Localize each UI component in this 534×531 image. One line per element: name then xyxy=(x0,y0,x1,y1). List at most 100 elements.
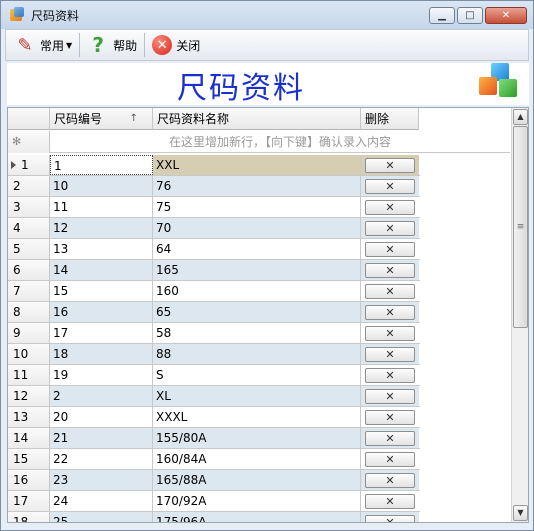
close-window-button[interactable]: ✕ xyxy=(485,7,527,24)
cell-size-code[interactable]: 2 xyxy=(50,386,153,406)
delete-row-button[interactable]: ✕ xyxy=(365,199,415,215)
cell-size-code[interactable]: 18 xyxy=(50,344,153,364)
table-row[interactable]: 7 15 160 ✕ xyxy=(8,281,420,302)
cell-size-name[interactable]: 155/80A xyxy=(153,428,361,448)
cell-size-code[interactable]: 10 xyxy=(50,176,153,196)
delete-row-button[interactable]: ✕ xyxy=(365,241,415,257)
cell-size-name[interactable]: 170/92A xyxy=(153,491,361,511)
row-header[interactable]: 8 xyxy=(8,302,50,322)
table-row[interactable]: 17 24 170/92A ✕ xyxy=(8,491,420,512)
scroll-up-button[interactable]: ▲ xyxy=(513,109,528,125)
cell-size-name[interactable]: 64 xyxy=(153,239,361,259)
table-row[interactable]: 18 25 175/96A ✕ xyxy=(8,512,420,522)
table-row[interactable]: 3 11 75 ✕ xyxy=(8,197,420,218)
cell-size-name[interactable]: 70 xyxy=(153,218,361,238)
cell-size-name[interactable]: 76 xyxy=(153,176,361,196)
table-row[interactable]: 10 18 88 ✕ xyxy=(8,344,420,365)
table-row[interactable]: 6 14 165 ✕ xyxy=(8,260,420,281)
table-row[interactable]: 9 17 58 ✕ xyxy=(8,323,420,344)
cell-size-name[interactable]: 160/84A xyxy=(153,449,361,469)
cell-size-name[interactable]: XXL xyxy=(153,155,361,175)
table-row[interactable]: 16 23 165/88A ✕ xyxy=(8,470,420,491)
table-row[interactable]: 2 10 76 ✕ xyxy=(8,176,420,197)
delete-row-button[interactable]: ✕ xyxy=(365,220,415,236)
row-header[interactable]: 1 xyxy=(8,155,50,175)
cell-size-code[interactable]: 12 xyxy=(50,218,153,238)
row-header[interactable]: 12 xyxy=(8,386,50,406)
title-bar[interactable]: 尺码资料 ▁ □ ✕ xyxy=(1,1,533,29)
cell-size-name[interactable]: XL xyxy=(153,386,361,406)
row-header[interactable]: 2 xyxy=(8,176,50,196)
column-header-name[interactable]: 尺码资料名称 xyxy=(153,108,361,130)
cell-size-code[interactable]: 22 xyxy=(50,449,153,469)
cell-size-code[interactable]: 15 xyxy=(50,281,153,301)
minimize-button[interactable]: ▁ xyxy=(429,7,455,24)
row-header[interactable]: 6 xyxy=(8,260,50,280)
table-row[interactable]: 14 21 155/80A ✕ xyxy=(8,428,420,449)
cell-size-code[interactable]: 21 xyxy=(50,428,153,448)
delete-row-button[interactable]: ✕ xyxy=(365,262,415,278)
delete-row-button[interactable]: ✕ xyxy=(365,388,415,404)
cell-size-code[interactable]: 20 xyxy=(50,407,153,427)
new-row[interactable]: ✻ 在这里增加新行，【向下键】确认录入内容 xyxy=(8,131,510,153)
table-row[interactable]: 11 19 S ✕ xyxy=(8,365,420,386)
cell-size-name[interactable]: 165/88A xyxy=(153,470,361,490)
delete-row-button[interactable]: ✕ xyxy=(365,178,415,194)
delete-row-button[interactable]: ✕ xyxy=(365,493,415,509)
cell-size-name[interactable]: 160 xyxy=(153,281,361,301)
delete-row-button[interactable]: ✕ xyxy=(365,430,415,446)
cell-size-code[interactable]: 13 xyxy=(50,239,153,259)
scroll-down-button[interactable]: ▼ xyxy=(513,505,528,521)
table-row[interactable]: 1 1 XXL ✕ xyxy=(8,155,420,176)
vertical-scrollbar[interactable]: ▲ ≡ ▼ xyxy=(511,108,528,522)
cell-size-code[interactable]: 16 xyxy=(50,302,153,322)
row-header[interactable]: 14 xyxy=(8,428,50,448)
table-row[interactable]: 5 13 64 ✕ xyxy=(8,239,420,260)
row-header[interactable]: 3 xyxy=(8,197,50,217)
cell-size-code[interactable]: 1 xyxy=(50,155,153,175)
cell-size-name[interactable]: 65 xyxy=(153,302,361,322)
cell-size-code[interactable]: 25 xyxy=(50,512,153,522)
cell-size-code[interactable]: 11 xyxy=(50,197,153,217)
cell-size-code[interactable]: 23 xyxy=(50,470,153,490)
table-row[interactable]: 8 16 65 ✕ xyxy=(8,302,420,323)
row-header[interactable]: 9 xyxy=(8,323,50,343)
row-header[interactable]: 7 xyxy=(8,281,50,301)
row-header[interactable]: 13 xyxy=(8,407,50,427)
help-button[interactable]: ? 帮助 xyxy=(83,32,141,58)
common-menu-button[interactable]: ✎ 常用 ▼ xyxy=(10,32,76,58)
delete-row-button[interactable]: ✕ xyxy=(365,451,415,467)
row-header[interactable]: 4 xyxy=(8,218,50,238)
delete-row-button[interactable]: ✕ xyxy=(365,283,415,299)
column-header-code[interactable]: 尺码编号 ↑ xyxy=(50,108,153,130)
row-header[interactable]: 11 xyxy=(8,365,50,385)
delete-row-button[interactable]: ✕ xyxy=(365,472,415,488)
table-row[interactable]: 15 22 160/84A ✕ xyxy=(8,449,420,470)
cell-size-code[interactable]: 17 xyxy=(50,323,153,343)
table-row[interactable]: 4 12 70 ✕ xyxy=(8,218,420,239)
delete-row-button[interactable]: ✕ xyxy=(365,325,415,341)
cell-size-code[interactable]: 19 xyxy=(50,365,153,385)
cell-size-name[interactable]: XXXL xyxy=(153,407,361,427)
delete-row-button[interactable]: ✕ xyxy=(365,409,415,425)
delete-row-button[interactable]: ✕ xyxy=(365,367,415,383)
row-header[interactable]: 16 xyxy=(8,470,50,490)
table-row[interactable]: 13 20 XXXL ✕ xyxy=(8,407,420,428)
cell-size-name[interactable]: 175/96A xyxy=(153,512,361,522)
row-header[interactable]: 15 xyxy=(8,449,50,469)
delete-row-button[interactable]: ✕ xyxy=(365,514,415,522)
row-header[interactable]: 10 xyxy=(8,344,50,364)
column-header-delete[interactable]: 删除 xyxy=(361,108,419,130)
cell-size-name[interactable]: 58 xyxy=(153,323,361,343)
table-row[interactable]: 12 2 XL ✕ xyxy=(8,386,420,407)
cell-size-code[interactable]: 24 xyxy=(50,491,153,511)
cell-size-name[interactable]: S xyxy=(153,365,361,385)
row-header[interactable]: 5 xyxy=(8,239,50,259)
cell-size-name[interactable]: 88 xyxy=(153,344,361,364)
delete-row-button[interactable]: ✕ xyxy=(365,157,415,173)
delete-row-button[interactable]: ✕ xyxy=(365,304,415,320)
cell-size-code[interactable]: 14 xyxy=(50,260,153,280)
maximize-button[interactable]: □ xyxy=(457,7,483,24)
close-button[interactable]: ✕ 关闭 xyxy=(148,32,204,58)
delete-row-button[interactable]: ✕ xyxy=(365,346,415,362)
